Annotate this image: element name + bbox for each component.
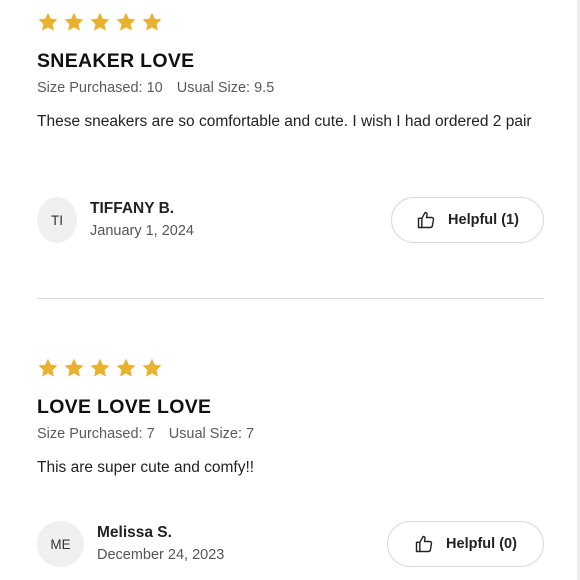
star-icon (141, 357, 163, 379)
star-icon (115, 11, 137, 33)
helpful-label: Helpful (1) (448, 212, 519, 228)
star-rating (37, 356, 544, 380)
review-body: These sneakers are so comfortable and cu… (37, 113, 532, 130)
review-date: December 24, 2023 (97, 547, 225, 563)
author-name: TIFFANY B. (90, 200, 175, 217)
star-icon (63, 11, 85, 33)
star-icon (37, 11, 59, 33)
thumbs-up-icon (417, 211, 435, 229)
review-card: LOVE LOVE LOVE Size Purchased: 7 Usual Si… (37, 356, 544, 580)
helpful-button[interactable]: Helpful (1) (391, 197, 544, 243)
star-rating (37, 10, 544, 34)
star-icon (37, 357, 59, 379)
usual-size: Usual Size: 9.5 (176, 80, 275, 96)
size-purchased: Size Purchased: 10 (37, 80, 163, 96)
author-name: Melissa S. (97, 524, 172, 541)
avatar: TI (37, 197, 77, 243)
review-author: TI TIFFANY B. January 1, 2024 (37, 197, 194, 243)
review-sizes: Size Purchased: 7 Usual Size: 7 (37, 426, 254, 442)
star-icon (141, 11, 163, 33)
star-icon (63, 357, 85, 379)
review-author: ME Melissa S. December 24, 2023 (37, 521, 224, 567)
thumbs-up-icon (415, 535, 433, 553)
size-purchased: Size Purchased: 7 (37, 426, 155, 442)
usual-size: Usual Size: 7 (168, 426, 255, 442)
helpful-button[interactable]: Helpful (0) (387, 521, 544, 567)
review-divider (37, 298, 544, 299)
star-icon (89, 357, 111, 379)
review-sizes: Size Purchased: 10 Usual Size: 9.5 (37, 80, 274, 96)
avatar: ME (37, 521, 84, 567)
review-title: SNEAKER LOVE (37, 50, 195, 72)
review-card: SNEAKER LOVE Size Purchased: 10 Usual Siz… (37, 10, 544, 250)
review-body: This are super cute and comfy!! (37, 459, 255, 476)
review-date: January 1, 2024 (90, 223, 194, 239)
review-title: LOVE LOVE LOVE (37, 396, 212, 418)
helpful-label: Helpful (0) (446, 536, 517, 552)
star-icon (115, 357, 137, 379)
star-icon (89, 11, 111, 33)
